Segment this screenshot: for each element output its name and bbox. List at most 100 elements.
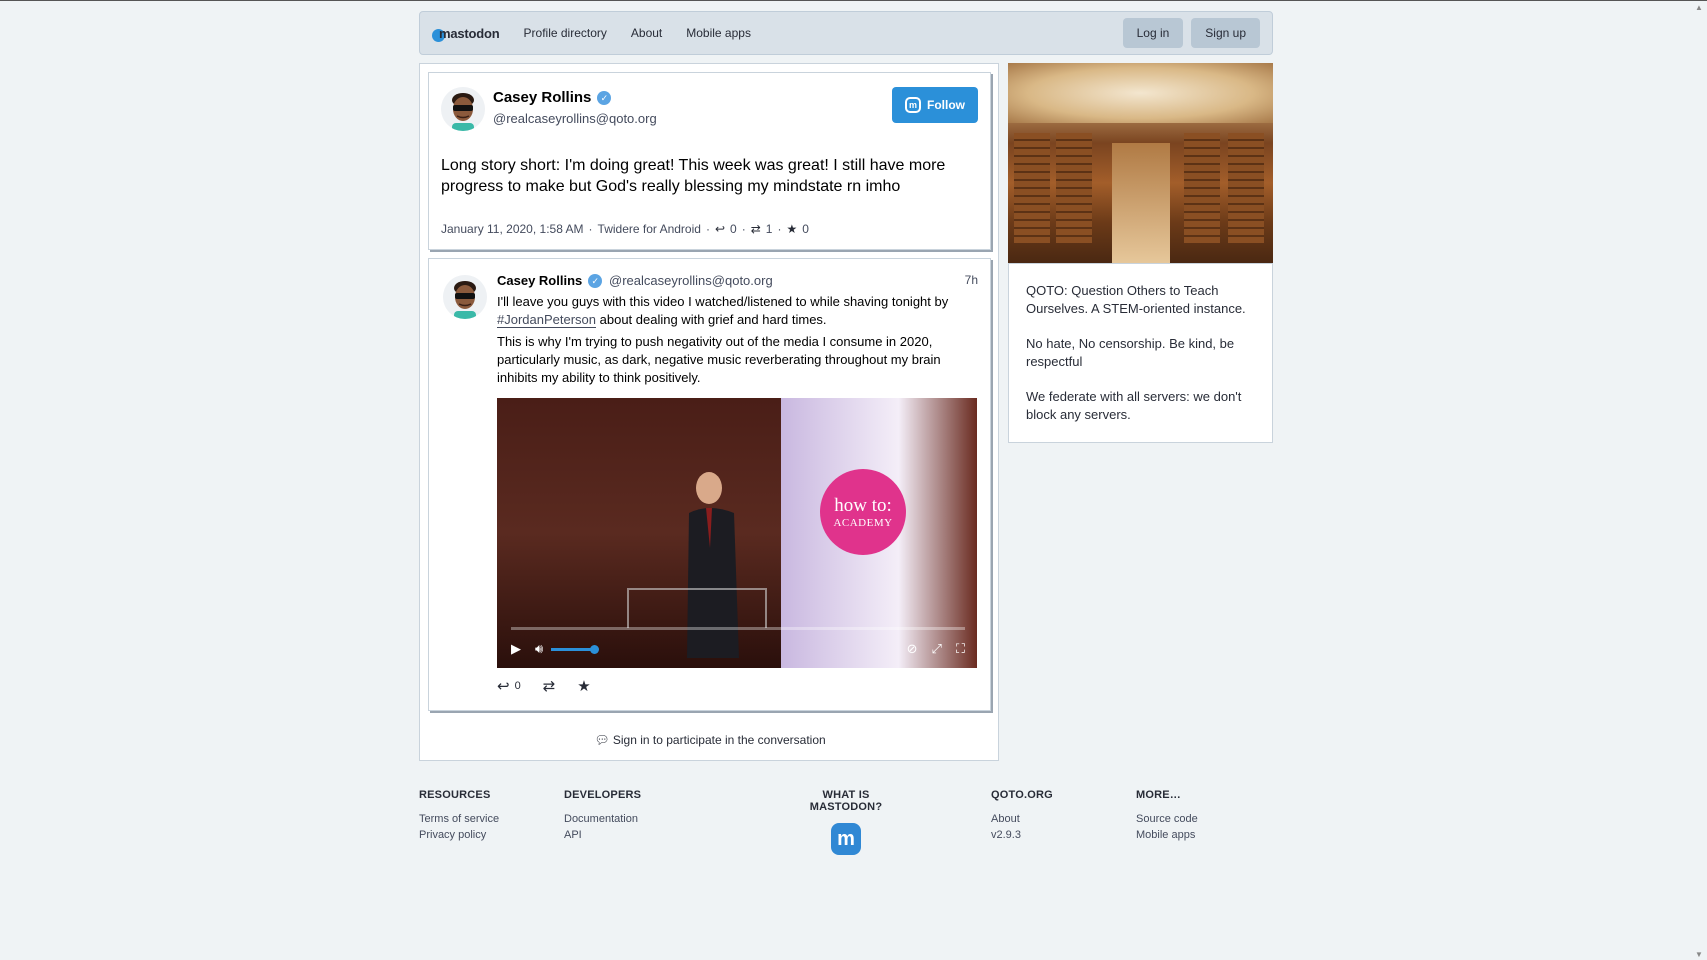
version-link[interactable]: v2.9.3: [991, 827, 1053, 843]
footer-heading: QOTO.ORG: [991, 789, 1053, 801]
volume-slider[interactable]: [551, 644, 600, 654]
meta-separator: ·: [588, 222, 593, 236]
video-controls: ▶ 🔊︎ ⊘ ⤢ ⛶: [511, 640, 965, 658]
star-icon: ★: [577, 678, 591, 695]
mastodon-icon: m: [905, 97, 921, 113]
avatar[interactable]: [443, 275, 487, 319]
description-paragraph: We federate with all servers: we don't b…: [1026, 389, 1242, 422]
star-icon: ★: [786, 222, 798, 236]
boosts-count[interactable]: 1: [766, 222, 773, 236]
hide-media-icon[interactable]: ⊘: [907, 641, 918, 657]
retweet-icon: ⇄: [542, 678, 556, 695]
login-button[interactable]: Log in: [1122, 18, 1184, 48]
author-handle[interactable]: @realcaseyrollins@qoto.org: [493, 111, 657, 126]
scroll-up-arrow-icon[interactable]: ▲: [1695, 3, 1703, 12]
reply-all-icon: ↩: [497, 678, 510, 695]
top-nav: mastodon Profile directory About Mobile …: [419, 11, 1273, 55]
comments-icon: 💬︎: [594, 733, 610, 747]
mobile-apps-link[interactable]: Mobile apps: [1136, 827, 1198, 843]
footer-qoto: QOTO.ORG About v2.9.3: [991, 789, 1053, 843]
sign-in-prompt[interactable]: 💬︎ Sign in to participate in the convers…: [420, 733, 1000, 747]
documentation-link[interactable]: Documentation: [564, 811, 641, 827]
status-paragraph: This is why I'm trying to push negativit…: [497, 334, 941, 385]
brand-text: mastodon: [439, 25, 500, 41]
server-hero-image: [1008, 63, 1273, 263]
source-code-link[interactable]: Source code: [1136, 811, 1198, 827]
scroll-down-arrow-icon[interactable]: ▼: [1695, 950, 1703, 959]
status-paragraph: I'll leave you guys with this video I wa…: [497, 293, 981, 329]
server-description: QOTO: Question Others to Teach Ourselves…: [1008, 263, 1273, 443]
status-thread: Casey Rollins ✓ @realcaseyrollins@qoto.o…: [419, 63, 999, 761]
hero-shelf: [1184, 133, 1220, 243]
hero-shelf: [1228, 133, 1264, 243]
favourites-count[interactable]: 0: [802, 222, 809, 236]
status-content: Long story short: I'm doing great! This …: [441, 157, 946, 195]
mastodon-logo-icon[interactable]: m: [831, 823, 861, 855]
status-meta: January 11, 2020, 1:58 AM · Twidere for …: [441, 222, 809, 236]
meta-separator: ·: [705, 222, 710, 236]
mastodon-logo-link[interactable]: mastodon: [432, 25, 500, 42]
video-logo: how to: ACADEMY: [820, 469, 906, 555]
status-date[interactable]: January 11, 2020, 1:58 AM: [441, 222, 584, 236]
hero-shelf: [1014, 133, 1050, 243]
status-application: Twidere for Android: [597, 222, 701, 236]
meta-separator: ·: [777, 222, 782, 236]
retweet-icon: ⇄: [750, 222, 761, 236]
author-name[interactable]: Casey Rollins ✓: [497, 273, 603, 288]
nav-mobile-apps[interactable]: Mobile apps: [686, 26, 751, 40]
footer-heading: WHAT IS MASTODON?: [809, 789, 883, 813]
author-name[interactable]: Casey Rollins ✓: [493, 89, 612, 106]
avatar-image: [443, 275, 487, 319]
expand-icon[interactable]: ⤢: [931, 641, 941, 657]
status-action-bar: ↩ 0 ⇄ ★: [497, 677, 613, 695]
favourite-button[interactable]: ★: [577, 677, 590, 695]
video-progress-bar[interactable]: [511, 627, 965, 630]
video-logo-line1: how to:: [834, 495, 892, 516]
hero-ceiling: [1008, 63, 1273, 123]
video-player[interactable]: how to: ACADEMY ▶ 🔊︎ ⊘ ⤢ ⛶: [497, 398, 977, 668]
video-logo-line2: ACADEMY: [833, 517, 893, 529]
terms-link[interactable]: Terms of service: [419, 811, 499, 827]
play-icon[interactable]: ▶: [511, 641, 521, 657]
status-relative-time[interactable]: 7h: [965, 273, 978, 287]
footer-heading: RESOURCES: [419, 789, 491, 801]
status-content: I'll leave you guys with this video I wa…: [497, 293, 981, 391]
volume-icon[interactable]: 🔊︎: [535, 641, 543, 657]
replies-count: 0: [730, 222, 737, 236]
hero-aisle: [1112, 143, 1170, 263]
reply-status: Casey Rollins ✓ @realcaseyrollins@qoto.o…: [428, 258, 991, 711]
footer-heading: DEVELOPERS: [564, 789, 642, 801]
signup-button[interactable]: Sign up: [1191, 18, 1260, 48]
avatar[interactable]: [441, 87, 485, 131]
fullscreen-icon[interactable]: ⛶: [956, 641, 965, 657]
nav-about[interactable]: About: [631, 26, 662, 40]
footer-developers: DEVELOPERS Documentation API: [564, 789, 641, 843]
verified-icon: ✓: [597, 90, 612, 105]
verified-icon: ✓: [588, 273, 603, 288]
detailed-status: Casey Rollins ✓ @realcaseyrollins@qoto.o…: [428, 72, 991, 250]
nav-profile-directory[interactable]: Profile directory: [524, 26, 607, 40]
description-paragraph: QOTO: Question Others to Teach Ourselves…: [1026, 283, 1246, 316]
meta-separator: ·: [741, 222, 746, 236]
boost-button[interactable]: ⇄: [543, 677, 556, 695]
hashtag-link[interactable]: #JordanPeterson: [497, 312, 597, 328]
paragraph-text: about dealing with grief and hard times.: [596, 312, 827, 327]
reply-all-icon: ↩: [714, 222, 725, 236]
paragraph-text: I'll leave you guys with this video I wa…: [497, 294, 949, 309]
description-paragraph: No hate, No censorship. Be kind, be resp…: [1026, 336, 1235, 369]
footer-heading: MORE…: [1136, 789, 1181, 801]
replies-count: 0: [514, 680, 521, 692]
reply-button[interactable]: ↩ 0: [497, 677, 521, 695]
sign-in-text: Sign in to participate in the conversati…: [612, 733, 826, 747]
volume-slider-knob[interactable]: [590, 644, 600, 654]
author-name-text: Casey Rollins: [493, 89, 592, 106]
follow-button[interactable]: m Follow: [892, 87, 978, 123]
footer-resources: RESOURCES Terms of service Privacy polic…: [419, 789, 499, 843]
about-link[interactable]: About: [991, 811, 1053, 827]
author-name-text: Casey Rollins: [497, 273, 583, 288]
privacy-link[interactable]: Privacy policy: [419, 827, 499, 843]
api-link[interactable]: API: [564, 827, 641, 843]
author-handle[interactable]: @realcaseyrollins@qoto.org: [609, 273, 773, 288]
avatar-image: [441, 87, 485, 131]
footer-more: MORE… Source code Mobile apps: [1136, 789, 1198, 843]
